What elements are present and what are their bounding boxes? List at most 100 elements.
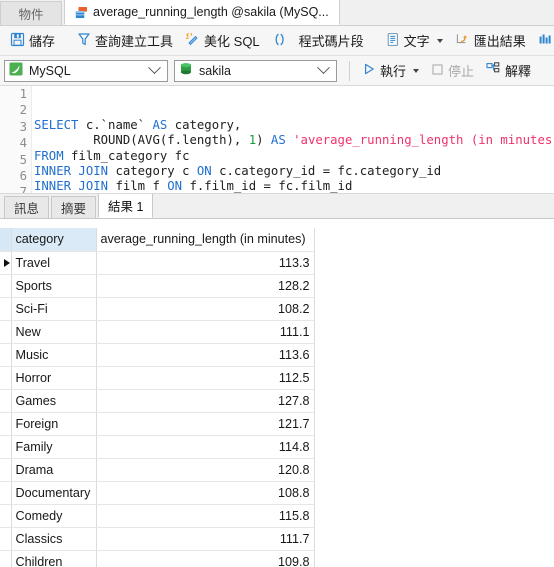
row-selector-cell[interactable]	[0, 412, 12, 436]
column-header-category[interactable]: category	[11, 228, 97, 252]
table-row[interactable]: Documentary 108.8	[0, 481, 315, 505]
table-row[interactable]: Sports 128.2	[0, 274, 315, 298]
line-number: 6	[19, 169, 27, 184]
row-selector-cell[interactable]	[0, 458, 12, 482]
query-builder-button[interactable]: 查詢建立工具	[71, 29, 179, 53]
tab-query-document[interactable]: average_running_length @sakila (MySQ...	[64, 0, 340, 25]
cell-average-running-length[interactable]: 111.1	[96, 320, 315, 344]
chevron-down-icon[interactable]	[317, 61, 330, 75]
row-selector-cell[interactable]	[0, 435, 12, 459]
code-line: ROUND(AVG(f.length), 1) AS 'average_runn…	[34, 133, 554, 148]
row-selector-header	[0, 228, 12, 252]
cell-category[interactable]: New	[11, 320, 97, 344]
column-header-average-running-length[interactable]: average_running_length (in minutes)	[96, 228, 315, 252]
chevron-down-icon[interactable]	[436, 38, 443, 43]
row-selector-cell[interactable]	[0, 366, 12, 390]
cell-category[interactable]: Horror	[11, 366, 97, 390]
row-selector-cell[interactable]	[0, 481, 12, 505]
cell-average-running-length[interactable]: 121.7	[96, 412, 315, 436]
cell-average-running-length[interactable]: 115.8	[96, 504, 315, 528]
table-row[interactable]: Comedy 115.8	[0, 504, 315, 528]
text-format-button[interactable]: 文字	[380, 29, 449, 53]
row-selector-cell[interactable]	[0, 550, 12, 567]
current-row-indicator-icon	[4, 258, 10, 267]
cell-category[interactable]: Travel	[11, 251, 97, 275]
cell-average-running-length[interactable]: 113.6	[96, 343, 315, 367]
table-row[interactable]: Children 109.8	[0, 550, 315, 567]
database-select[interactable]: sakila	[174, 59, 337, 82]
create-chart-button[interactable]: 建立	[532, 29, 554, 53]
cell-category[interactable]: Foreign	[11, 412, 97, 436]
table-row[interactable]: Foreign 121.7	[0, 412, 315, 436]
cell-average-running-length[interactable]: 128.2	[96, 274, 315, 298]
cell-average-running-length[interactable]: 114.8	[96, 435, 315, 459]
row-selector-cell[interactable]	[0, 504, 12, 528]
table-row[interactable]: Drama 120.8	[0, 458, 315, 482]
table-row[interactable]: New 111.1	[0, 320, 315, 344]
explain-button[interactable]: 解釋	[480, 59, 537, 83]
cell-category[interactable]: Music	[11, 343, 97, 367]
code-line: FROM film_category fc	[34, 148, 190, 163]
cell-average-running-length[interactable]: 127.8	[96, 389, 315, 413]
execute-button[interactable]: 執行	[356, 59, 425, 83]
stop-button: 停止	[425, 59, 480, 83]
cell-average-running-length[interactable]: 112.5	[96, 366, 315, 390]
cell-category[interactable]: Sports	[11, 274, 97, 298]
cell-category[interactable]: Comedy	[11, 504, 97, 528]
text-icon	[386, 32, 400, 50]
cell-average-running-length[interactable]: 109.8	[96, 550, 315, 567]
tab-result-1[interactable]: 結果 1	[98, 193, 154, 218]
cell-category[interactable]: Children	[11, 550, 97, 567]
table-row[interactable]: Games 127.8	[0, 389, 315, 413]
export-results-button[interactable]: 匯出結果	[449, 29, 532, 53]
cell-category[interactable]: Sci-Fi	[11, 297, 97, 321]
save-button[interactable]: 儲存	[4, 29, 61, 53]
stop-icon	[431, 63, 444, 79]
cell-average-running-length[interactable]: 108.8	[96, 481, 315, 505]
sql-editor[interactable]: 1 23 45 67 SELECT c.`name` AS category, ROU…	[0, 86, 554, 194]
cell-average-running-length[interactable]: 120.8	[96, 458, 315, 482]
sql-code-area[interactable]: SELECT c.`name` AS category, ROUND(AVG(f…	[34, 86, 554, 193]
line-number: 2	[19, 103, 27, 118]
chevron-down-icon[interactable]	[148, 61, 161, 75]
cell-average-running-length[interactable]: 111.7	[96, 527, 315, 551]
row-selector-cell[interactable]	[0, 320, 12, 344]
table-row[interactable]: Sci-Fi 108.2	[0, 297, 315, 321]
row-selector-cell[interactable]	[0, 274, 12, 298]
code-snippet-button[interactable]: 程式碼片段	[293, 29, 370, 53]
line-number: 3	[19, 119, 27, 134]
connection-select[interactable]: MySQL	[4, 59, 168, 82]
row-selector-cell[interactable]	[0, 389, 12, 413]
beautify-sql-button[interactable]: 美化 SQL	[179, 29, 266, 53]
table-row[interactable]: Family 114.8	[0, 435, 315, 459]
line-number: 1	[19, 87, 27, 101]
tab-query-document-label: average_running_length @sakila (MySQ...	[93, 5, 329, 19]
table-row[interactable]: Travel 113.3	[0, 251, 315, 275]
result-grid[interactable]: category average_running_length (in minu…	[0, 228, 554, 567]
tab-summary[interactable]: 摘要	[51, 196, 97, 218]
header-row: category average_running_length (in minu…	[0, 228, 315, 252]
row-selector-cell[interactable]	[0, 297, 12, 321]
table-row[interactable]: Classics 111.7	[0, 527, 315, 551]
cell-category[interactable]: Drama	[11, 458, 97, 482]
cell-category[interactable]: Games	[11, 389, 97, 413]
tab-messages[interactable]: 訊息	[4, 196, 50, 218]
cell-category[interactable]: Classics	[11, 527, 97, 551]
cell-category[interactable]: Documentary	[11, 481, 97, 505]
table-row[interactable]: Music 113.6	[0, 343, 315, 367]
row-selector-cell[interactable]	[0, 251, 12, 275]
beautify-sql-label: 美化 SQL	[204, 34, 260, 49]
table-row[interactable]: Horror 112.5	[0, 366, 315, 390]
parentheses-button[interactable]	[266, 29, 293, 53]
cell-average-running-length[interactable]: 113.3	[96, 251, 315, 275]
stop-label: 停止	[448, 64, 475, 79]
line-number: 7	[19, 185, 27, 194]
cell-category[interactable]: Family	[11, 435, 97, 459]
parentheses-icon	[272, 32, 287, 50]
cell-average-running-length[interactable]: 108.2	[96, 297, 315, 321]
tab-objects[interactable]: 物件	[0, 1, 62, 25]
row-selector-cell[interactable]	[0, 343, 12, 367]
explain-label: 解釋	[505, 64, 532, 79]
chevron-down-icon[interactable]	[413, 68, 420, 73]
row-selector-cell[interactable]	[0, 527, 12, 551]
